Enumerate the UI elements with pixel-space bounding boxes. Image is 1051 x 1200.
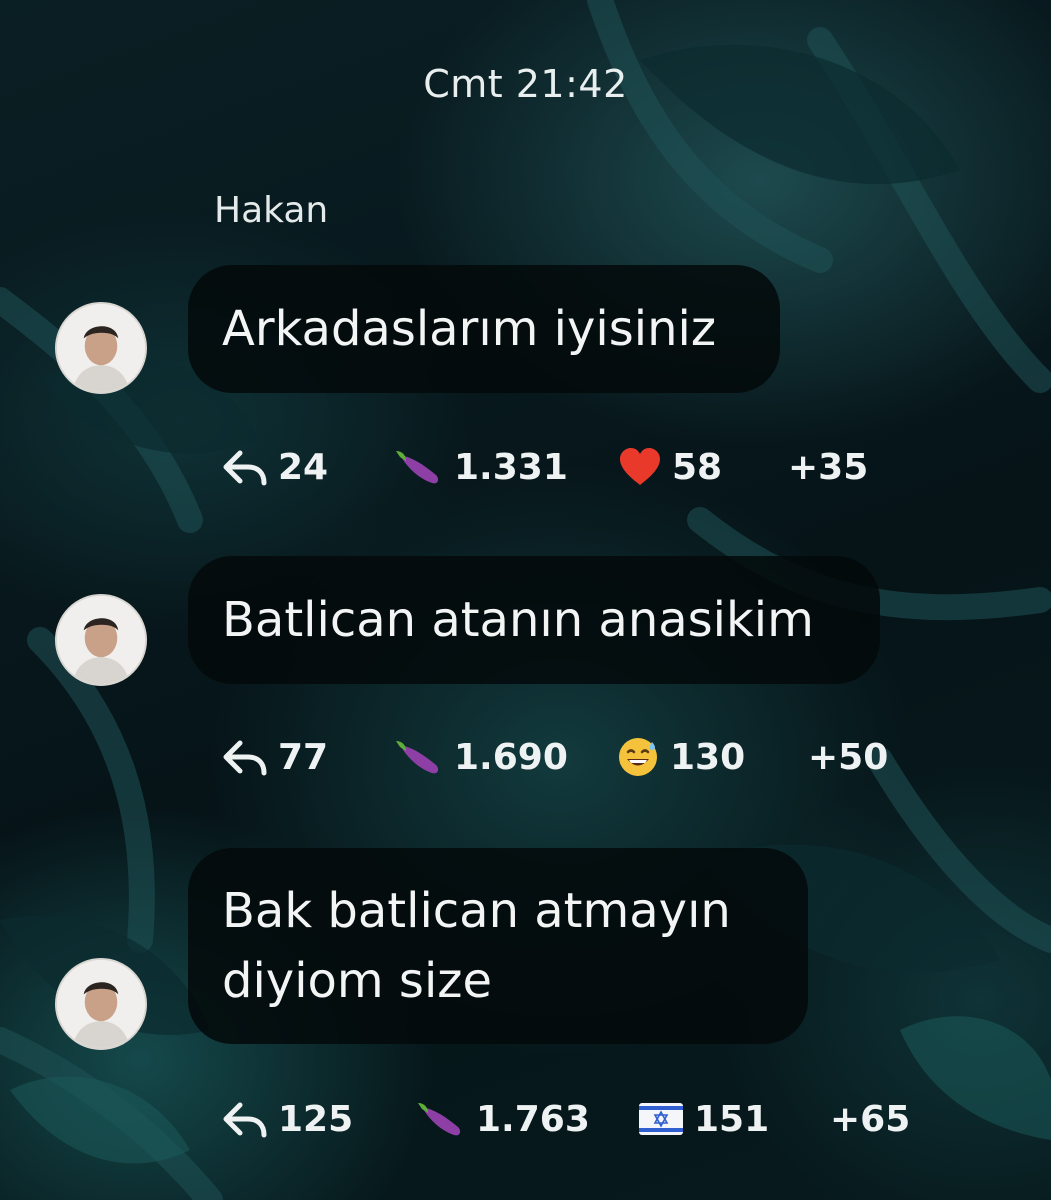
reaction-count: 58	[672, 446, 723, 488]
reaction-bar: 24 1.331 58 +35	[222, 442, 882, 492]
grinning-sweat-emoji-icon	[619, 738, 657, 776]
more-reactions-count[interactable]: +50	[808, 732, 888, 782]
profile-photo-icon	[57, 960, 145, 1048]
reply-arrow-icon	[223, 740, 267, 776]
reaction-bar: 125 1.763 151 +65	[222, 1094, 922, 1144]
reaction-count: 1.690	[454, 736, 568, 778]
reaction-count: 1.331	[454, 446, 568, 488]
reply-count-button[interactable]: 24	[222, 442, 328, 492]
sender-avatar[interactable]	[55, 302, 147, 394]
israel-flag-emoji-icon	[639, 1103, 683, 1135]
message-bubble[interactable]: Bak batlican atmayın diyiom size	[188, 848, 808, 1044]
reply-count: 125	[278, 1098, 354, 1140]
eggplant-emoji-icon	[418, 1103, 461, 1136]
message-text: Batlican atanın anasikim	[222, 592, 814, 648]
reaction-count: 151	[694, 1098, 770, 1140]
reply-count-button[interactable]: 125	[222, 1094, 353, 1144]
reply-count: 77	[278, 736, 329, 778]
more-reactions-count[interactable]: +35	[788, 442, 868, 492]
reply-count-button[interactable]: 77	[222, 732, 328, 782]
reaction-count: 130	[670, 736, 746, 778]
reaction-bar: 77 1.690 130 +50	[222, 732, 902, 782]
more-reactions-count[interactable]: +65	[830, 1094, 910, 1144]
reaction-eggplant[interactable]: 1.690	[394, 732, 568, 782]
reply-count: 24	[278, 446, 329, 488]
message-text: Arkadaslarım iyisiniz	[222, 301, 717, 357]
sender-avatar[interactable]	[55, 958, 147, 1050]
reaction-grinning-sweat[interactable]: 130	[616, 732, 745, 782]
reaction-eggplant[interactable]: 1.331	[394, 442, 568, 492]
reply-arrow-icon	[223, 450, 267, 486]
sender-avatar[interactable]	[55, 594, 147, 686]
eggplant-emoji-icon	[396, 741, 439, 774]
reaction-heart[interactable]: 58	[618, 442, 722, 492]
message-timestamp: Cmt 21:42	[423, 62, 628, 106]
reaction-eggplant[interactable]: 1.763	[416, 1094, 590, 1144]
reaction-flag[interactable]: 151	[638, 1094, 769, 1144]
message-bubble[interactable]: Arkadaslarım iyisiniz	[188, 265, 780, 393]
profile-photo-icon	[57, 596, 145, 684]
profile-photo-icon	[57, 304, 145, 392]
message-text: Bak batlican atmayın diyiom size	[222, 883, 731, 1009]
message-bubble[interactable]: Batlican atanın anasikim	[188, 556, 880, 684]
reaction-count: 1.763	[476, 1098, 590, 1140]
sender-name: Hakan	[214, 190, 329, 231]
red-heart-emoji-icon	[620, 448, 660, 485]
eggplant-emoji-icon	[396, 451, 439, 484]
reply-arrow-icon	[223, 1102, 267, 1138]
